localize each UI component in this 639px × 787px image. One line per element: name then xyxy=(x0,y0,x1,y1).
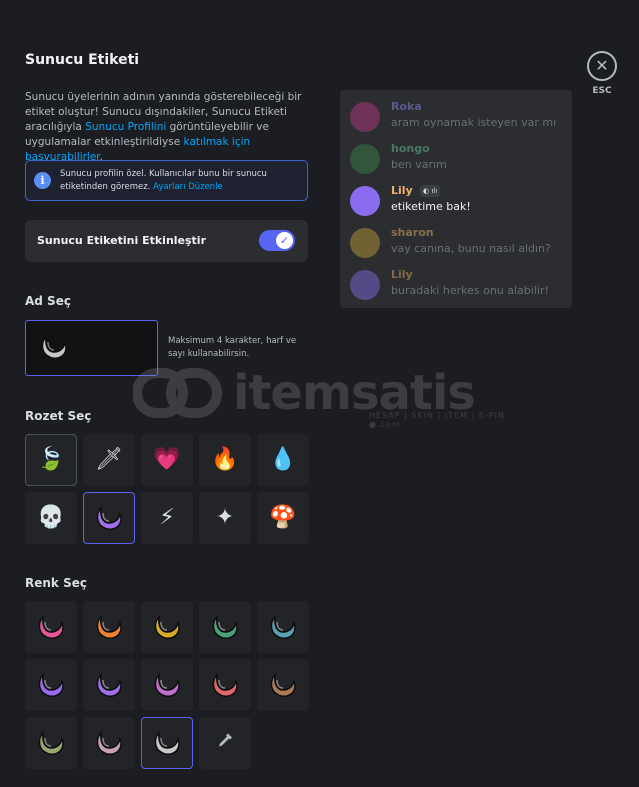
info-text: Sunucu profilin özel. Kullanıcılar bunu … xyxy=(60,168,300,194)
color-swatch[interactable] xyxy=(257,601,309,653)
chat-message: Roka aram oynamak isteyen var mı xyxy=(350,100,565,134)
color-swatch[interactable] xyxy=(25,601,77,653)
badge-crescent-moon[interactable] xyxy=(83,492,135,544)
chat-username: Lily xyxy=(391,184,413,197)
crescent-moon-icon xyxy=(95,505,123,531)
crescent-moon-icon xyxy=(37,672,65,698)
enable-tag-row: Sunucu Etiketini Etkinleştir ✓ xyxy=(25,220,308,262)
color-swatch[interactable] xyxy=(257,659,309,711)
skull-icon: 💀 xyxy=(37,505,65,530)
enable-tag-toggle[interactable]: ✓ xyxy=(259,230,295,251)
avatar xyxy=(350,228,380,258)
badge-mushroom[interactable]: 🍄 xyxy=(257,492,309,544)
name-section-title: Ad Seç xyxy=(25,294,71,308)
chat-username: Roka xyxy=(391,100,422,113)
chat-username: hongo xyxy=(391,142,430,155)
badge-crystal[interactable]: ✦ xyxy=(199,492,251,544)
chat-text: vay canına, bunu nasıl aldın? xyxy=(391,242,551,255)
chat-message: hongo ben varım xyxy=(350,142,565,176)
edit-settings-link[interactable]: Ayarları Düzenle xyxy=(153,182,223,192)
check-icon: ✓ xyxy=(276,232,293,249)
badge-lightning[interactable]: ⚡ xyxy=(141,492,193,544)
close-button[interactable]: ✕ xyxy=(587,51,617,81)
lightning-icon: ⚡ xyxy=(159,505,175,530)
badge-skull[interactable]: 💀 xyxy=(25,492,77,544)
custom-color-button[interactable] xyxy=(199,717,251,769)
page-title: Sunucu Etiketi xyxy=(25,52,140,68)
color-swatch[interactable] xyxy=(141,717,193,769)
crescent-moon-icon xyxy=(37,614,65,640)
chat-text: buradaki herkes onu alabilir! xyxy=(391,284,549,297)
badge-sword[interactable]: 🗡 xyxy=(83,434,135,486)
color-swatch[interactable] xyxy=(83,659,135,711)
avatar xyxy=(350,102,380,132)
crescent-moon-icon xyxy=(211,614,239,640)
chat-message: Lily buradaki herkes onu alabilir! xyxy=(350,268,565,302)
water-drop-icon: 💧 xyxy=(269,447,297,472)
description: Sunucu üyelerinin adının yanında göstere… xyxy=(25,90,310,165)
badge-fire[interactable]: 🔥 xyxy=(199,434,251,486)
badge-section-title: Rozet Seç xyxy=(25,409,92,423)
color-swatch[interactable] xyxy=(25,717,77,769)
color-section-title: Renk Seç xyxy=(25,576,87,590)
sword-icon: 🗡 xyxy=(95,447,123,472)
server-tag-badge: ◐ ılı xyxy=(420,185,441,197)
chat-message: Lily etiketime bak! ◐ ılı xyxy=(350,184,565,218)
crescent-moon-icon xyxy=(95,730,123,756)
badge-water-drop[interactable]: 💧 xyxy=(257,434,309,486)
mushroom-icon: 🍄 xyxy=(269,505,297,530)
eyedropper-icon xyxy=(216,732,234,755)
crescent-moon-icon xyxy=(40,334,68,360)
crystal-icon: ✦ xyxy=(215,505,235,530)
crescent-moon-icon xyxy=(95,614,123,640)
color-swatch[interactable] xyxy=(83,601,135,653)
crescent-moon-icon xyxy=(269,614,297,640)
info-icon: i xyxy=(34,172,51,189)
close-icon: ✕ xyxy=(595,56,609,75)
color-swatch[interactable] xyxy=(141,601,193,653)
name-hint: Maksimum 4 karakter, harf ve sayı kullan… xyxy=(168,336,297,359)
esc-label: ESC xyxy=(592,86,612,96)
heart-icon: 💗 xyxy=(153,447,181,472)
crescent-moon-icon xyxy=(269,672,297,698)
chat-username: sharon xyxy=(391,226,434,239)
watermark: itemsatis HESAP | SKIN | ITEM | E-PIN ●.… xyxy=(133,361,513,431)
chat-text: aram oynamak isteyen var mı xyxy=(391,116,557,129)
crescent-moon-icon xyxy=(153,672,181,698)
avatar xyxy=(350,144,380,174)
info-notice: i Sunucu profilin özel. Kullanıcılar bun… xyxy=(25,160,308,201)
crescent-moon-icon xyxy=(95,672,123,698)
color-swatch[interactable] xyxy=(141,659,193,711)
badge-leaf[interactable]: 🍃 xyxy=(25,434,77,486)
server-profile-link[interactable]: Sunucu Profilini xyxy=(85,121,166,133)
avatar xyxy=(350,186,380,216)
crescent-moon-icon xyxy=(153,614,181,640)
color-swatch[interactable] xyxy=(199,601,251,653)
chat-preview: Roka aram oynamak isteyen var mı hongo ben … xyxy=(340,90,572,308)
watermark-text: itemsatis xyxy=(233,365,476,421)
chat-text: ben varım xyxy=(391,158,447,171)
chat-text: etiketime bak! xyxy=(391,200,471,213)
color-swatch[interactable] xyxy=(83,717,135,769)
crescent-moon-icon xyxy=(153,730,181,756)
crescent-moon-icon xyxy=(211,672,239,698)
crescent-moon-icon xyxy=(37,730,65,756)
chat-username: Lily xyxy=(391,268,413,281)
fire-icon: 🔥 xyxy=(211,447,239,472)
badge-heart[interactable]: 💗 xyxy=(141,434,193,486)
enable-tag-label: Sunucu Etiketini Etkinleştir xyxy=(37,234,207,247)
leaf-icon: 🍃 xyxy=(37,447,65,472)
watermark-sub: HESAP | SKIN | ITEM | E-PIN ●.com xyxy=(369,411,505,429)
color-swatch[interactable] xyxy=(199,659,251,711)
chat-message: sharon vay canına, bunu nasıl aldın? xyxy=(350,226,565,260)
color-swatch[interactable] xyxy=(25,659,77,711)
avatar xyxy=(350,270,380,300)
tag-name-input[interactable] xyxy=(25,320,158,376)
